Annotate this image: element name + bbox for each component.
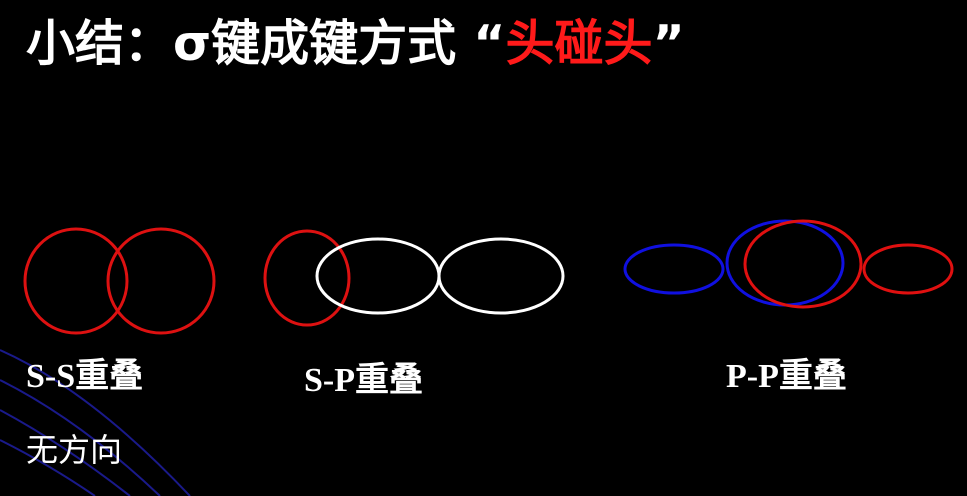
orbital-overlap-diagrams bbox=[23, 219, 954, 335]
s-orbital-circle-left bbox=[23, 227, 129, 335]
p-orbital-lobe-left bbox=[315, 237, 441, 315]
pp-overlap-label: P-P重叠 bbox=[726, 358, 847, 395]
p-orbital-lobe-right bbox=[437, 237, 565, 315]
ss-no-direction-note: 无方向 bbox=[26, 431, 123, 469]
sp-overlap-diagram bbox=[263, 229, 565, 327]
pp-overlap-diagram bbox=[623, 219, 954, 309]
slide: 小结：σ键成键方式 “头碰头” S-S重叠 S-P重叠 P-P重叠 无方向 bbox=[0, 0, 967, 496]
sp-overlap-label: S-P重叠 bbox=[304, 362, 423, 399]
p-orbital-red-small-lobe bbox=[862, 243, 954, 295]
s-orbital-circle-right bbox=[106, 227, 216, 335]
s-orbital-circle bbox=[263, 229, 351, 327]
ss-overlap-label: S-S重叠 bbox=[26, 358, 144, 395]
p-orbital-blue-small-lobe bbox=[623, 243, 725, 295]
ss-overlap-diagram bbox=[23, 227, 216, 335]
